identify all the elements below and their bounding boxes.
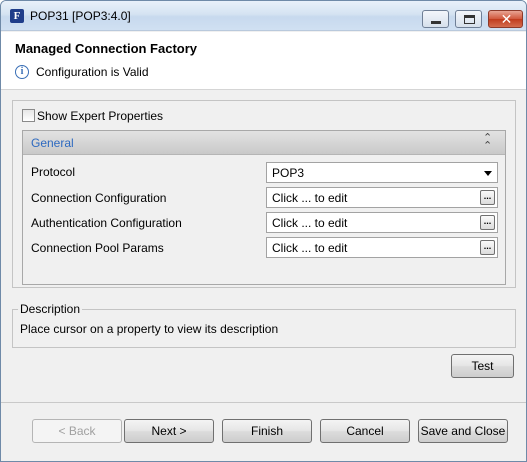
collapse-icon[interactable]: ⌃ ⌃ [483,133,492,152]
connection-config-edit-button[interactable]: ... [480,190,495,205]
button-bar-divider [1,402,526,403]
dialog-header: Managed Connection Factory i Configurati… [1,32,526,90]
protocol-label: Protocol [31,165,76,179]
auth-config-edit-button[interactable]: ... [480,215,495,230]
next-button[interactable]: Next > [124,419,214,443]
app-icon: F [10,9,24,23]
info-icon: i [15,65,29,79]
description-text: Place cursor on a property to view its d… [20,322,279,336]
minimize-button[interactable] [422,10,449,28]
maximize-icon [464,15,475,24]
connection-config-value: Click ... to edit [272,191,348,205]
page-title: Managed Connection Factory [15,41,198,56]
protocol-value: POP3 [272,166,305,180]
protocol-dropdown[interactable]: POP3 [266,162,498,183]
pool-params-field[interactable]: Click ... to edit ... [266,237,498,258]
close-icon: ✕ [500,11,513,27]
connection-config-label: Connection Configuration [31,191,167,205]
finish-button[interactable]: Finish [222,419,312,443]
dialog-window: F POP31 [POP3:4.0] ✕ Managed Connection … [0,0,527,462]
close-button[interactable]: ✕ [488,10,523,28]
general-section: General ⌃ ⌃ Protocol POP3 Connection Conf… [22,130,506,285]
connection-config-field[interactable]: Click ... to edit ... [266,187,498,208]
general-section-header[interactable]: General ⌃ ⌃ [23,131,505,155]
pool-params-label: Connection Pool Params [31,241,164,255]
section-title: General [31,136,74,150]
properties-panel: Show Expert Properties General ⌃ ⌃ Protoc… [12,100,516,288]
auth-config-label: Authentication Configuration [31,216,182,230]
validation-status: Configuration is Valid [36,65,149,79]
pool-params-edit-button[interactable]: ... [480,240,495,255]
title-bar[interactable]: F POP31 [POP3:4.0] ✕ [1,1,526,31]
pool-params-value: Click ... to edit [272,241,348,255]
description-title: Description [18,302,83,316]
show-expert-checkbox[interactable] [22,109,35,122]
dropdown-arrow-icon [484,171,492,176]
show-expert-label[interactable]: Show Expert Properties [37,109,163,123]
save-and-close-button[interactable]: Save and Close [418,419,508,443]
auth-config-field[interactable]: Click ... to edit ... [266,212,498,233]
cancel-button[interactable]: Cancel [320,419,410,443]
auth-config-value: Click ... to edit [272,216,348,230]
maximize-button[interactable] [455,10,482,28]
test-button[interactable]: Test [451,354,514,378]
back-button[interactable]: < Back [32,419,122,443]
minimize-icon [431,21,441,24]
window-title: POP31 [POP3:4.0] [30,9,131,23]
